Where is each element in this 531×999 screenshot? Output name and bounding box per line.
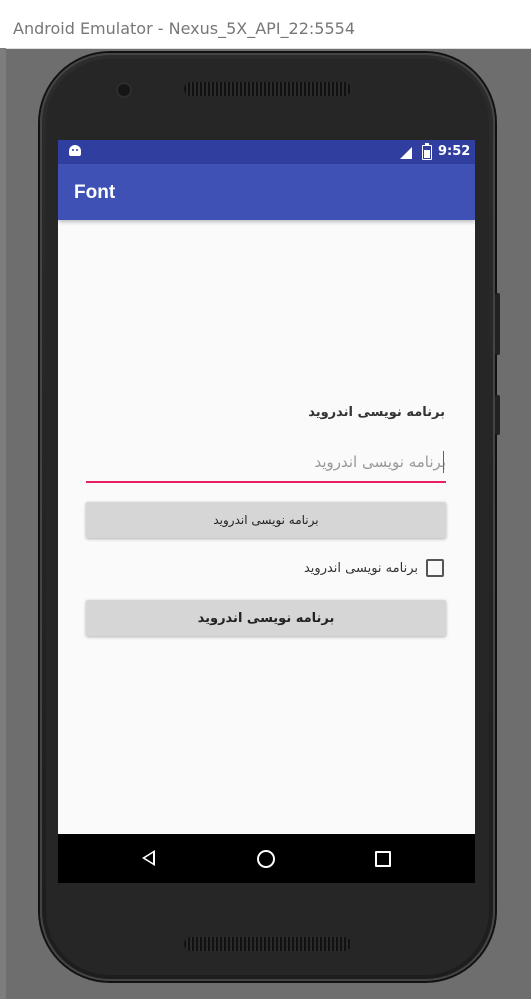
status-bar: 9:52	[58, 140, 475, 164]
text-label: برنامه نویسی اندروید	[308, 405, 445, 420]
checkbox-label[interactable]: برنامه نویسی اندروید	[304, 561, 418, 576]
front-camera	[118, 84, 130, 96]
home-icon[interactable]	[257, 850, 275, 868]
main-content: برنامه نویسی اندروید برنامه نویسی اندروی…	[58, 220, 475, 834]
top-speaker	[184, 82, 351, 96]
bold-font-button[interactable]: برنامه نویسی اندروید	[86, 600, 446, 636]
navigation-bar	[58, 834, 475, 883]
signal-icon	[400, 147, 412, 159]
recent-apps-icon[interactable]	[375, 851, 391, 867]
emulator-title-bar: Android Emulator - Nexus_5X_API_22:5554	[0, 0, 531, 49]
host-window-edge	[0, 48, 6, 999]
battery-icon	[422, 143, 432, 160]
text-cursor	[443, 451, 444, 473]
normal-font-button[interactable]: برنامه نویسی اندروید	[86, 502, 446, 538]
checkbox-icon[interactable]	[426, 559, 444, 577]
app-title: Font	[74, 182, 116, 203]
app-toolbar: Font	[58, 164, 475, 220]
volume-button[interactable]	[495, 293, 500, 355]
checkbox-row[interactable]: برنامه نویسی اندروید	[304, 558, 444, 578]
window-title: Android Emulator - Nexus_5X_API_22:5554	[13, 19, 356, 38]
status-time: 9:52	[438, 144, 471, 159]
bottom-speaker	[184, 937, 351, 951]
power-button[interactable]	[495, 395, 500, 435]
phone-screen: 9:52 Font برنامه نویسی اندروید برنامه نو…	[58, 140, 475, 883]
android-debug-icon	[69, 145, 81, 156]
text-input[interactable]	[86, 446, 446, 483]
back-icon[interactable]	[142, 850, 155, 866]
